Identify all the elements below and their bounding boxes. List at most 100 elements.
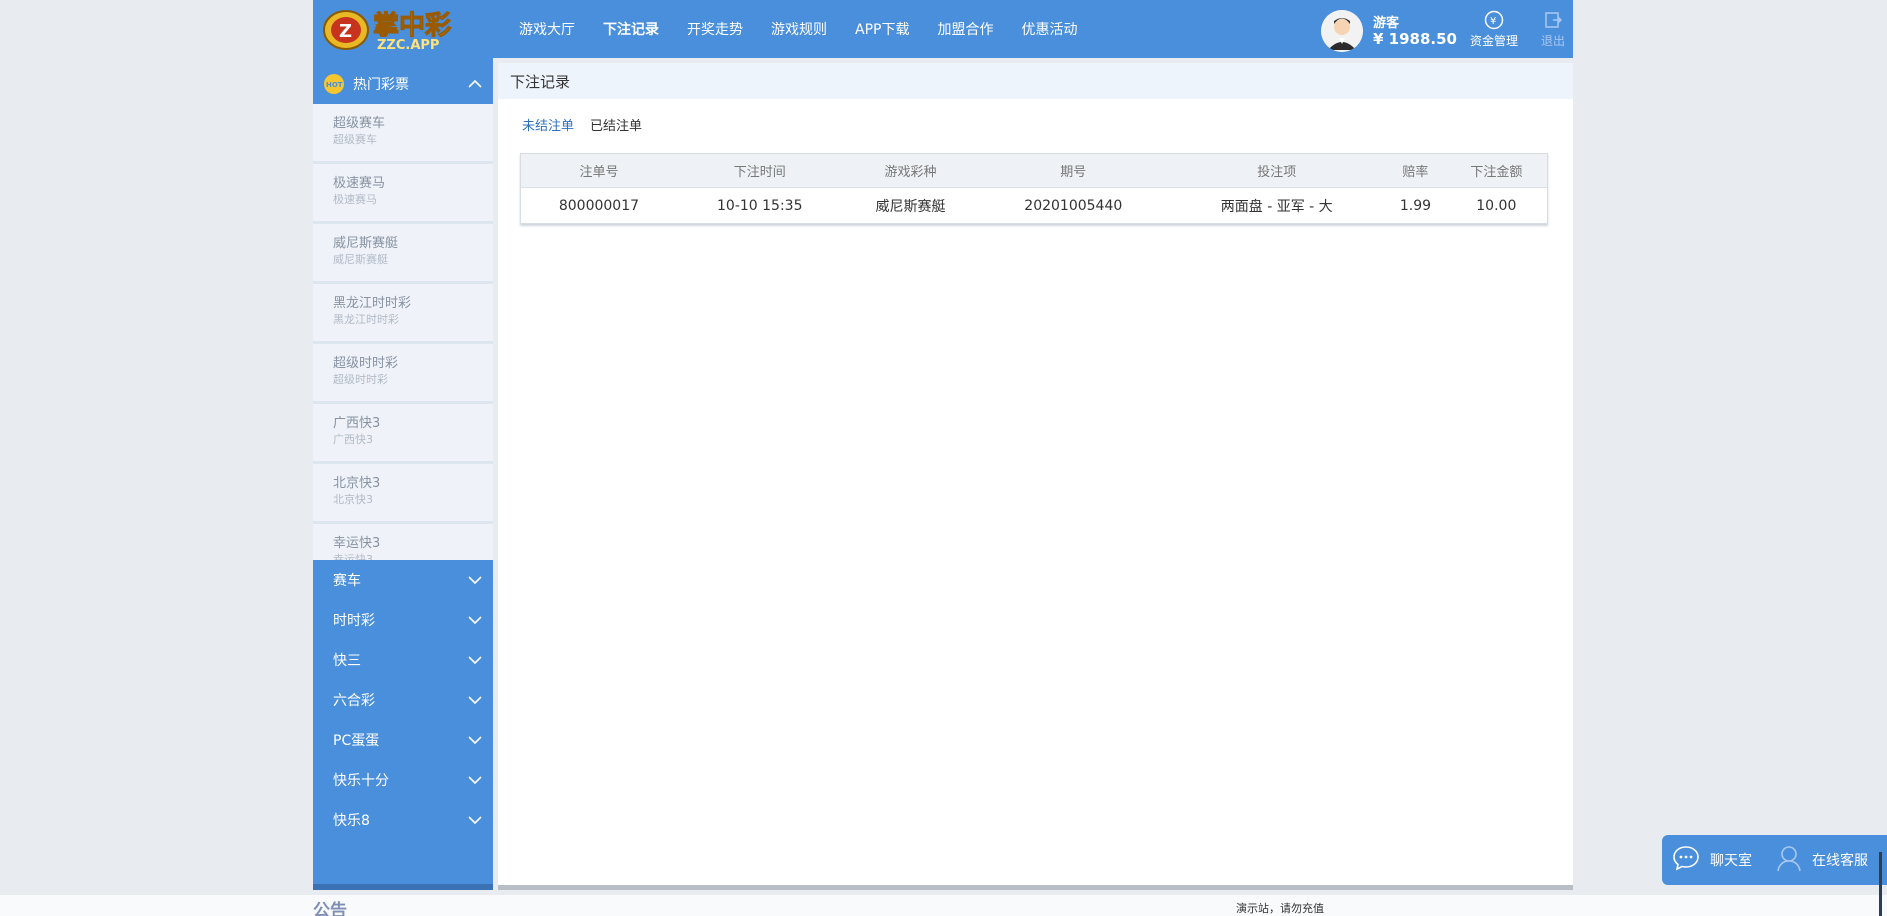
hot-lottery-title: 热门彩票 [353, 77, 409, 93]
chevron-down-icon [467, 572, 483, 592]
main-panel: 下注记录 未结注单 已结注单 注单号 下注时间 游戏彩种 期号 投注项 赔率 下… [498, 63, 1573, 890]
hot-lottery-item[interactable]: 北京快3 北京快3 [313, 464, 493, 521]
nav-partnership[interactable]: 加盟合作 [937, 19, 993, 39]
table-header-row: 注单号 下注时间 游戏彩种 期号 投注项 赔率 下注金额 [520, 153, 1548, 188]
hot-lottery-item[interactable]: 黑龙江时时彩 黑龙江时时彩 [313, 284, 493, 341]
category-pc-egg[interactable]: PC蛋蛋 [313, 720, 493, 760]
col-issue: 期号 [978, 153, 1169, 188]
category-racing[interactable]: 赛车 [313, 560, 493, 600]
sidebar-footer-bar [313, 884, 493, 890]
yen-circle-icon: ¥ [1484, 10, 1504, 30]
cell-order-no: 800000017 [520, 187, 677, 224]
chevron-down-icon [467, 652, 483, 672]
page-title: 下注记录 [510, 72, 571, 91]
table-row: 800000017 10-10 15:35 威尼斯赛艇 20201005440 … [520, 187, 1548, 224]
category-label: 快三 [333, 653, 361, 669]
category-label: 快乐十分 [333, 773, 389, 789]
category-happy-8[interactable]: 快乐8 [313, 800, 493, 840]
sidebar: HOT 热门彩票 超级赛车 超级赛车 极速赛马 极速赛马 威尼斯赛艇 威尼斯赛艇 黑龙… [313, 58, 493, 890]
site-logo[interactable]: Z 掌中彩 ZZC.APP [321, 4, 491, 54]
hot-lottery-name: 北京快3 [333, 476, 381, 491]
hot-lottery-name: 广西快3 [333, 416, 381, 431]
floating-service-panel: 聊天室 在线客服 [1662, 835, 1887, 885]
category-happy-ten[interactable]: 快乐十分 [313, 760, 493, 800]
page-title-bar: 下注记录 [498, 63, 1573, 99]
cell-amount: 10.00 [1445, 187, 1548, 224]
chat-room-label: 聊天室 [1710, 853, 1752, 869]
hot-lottery-name: 黑龙江时时彩 [333, 296, 412, 311]
category-k3[interactable]: 快三 [313, 640, 493, 680]
fund-management-label: 资金管理 [1469, 34, 1518, 48]
svg-text:掌中彩: 掌中彩 [373, 11, 451, 41]
online-service-button[interactable]: 在线客服 [1776, 844, 1868, 876]
tab-settled[interactable]: 已结注单 [590, 115, 642, 134]
bet-status-tabs: 未结注单 已结注单 [522, 115, 658, 134]
logout-button[interactable]: 退出 [1533, 10, 1573, 49]
top-header: Z 掌中彩 ZZC.APP 游戏大厅 下注记录 开奖走势 游戏规则 APP下载 … [313, 0, 1573, 58]
hot-lottery-item[interactable]: 超级时时彩 超级时时彩 [313, 344, 493, 401]
svg-text:¥: ¥ [1490, 16, 1496, 27]
hot-lottery-item[interactable]: 威尼斯赛艇 威尼斯赛艇 [313, 224, 493, 281]
nav-game-rules[interactable]: 游戏规则 [771, 19, 827, 39]
hot-lottery-name: 极速赛马 [333, 176, 386, 191]
hot-lottery-sub: 超级时时彩 [333, 373, 388, 386]
tab-unsettled[interactable]: 未结注单 [522, 115, 574, 134]
hot-lottery-item[interactable]: 超级赛车 超级赛车 [313, 104, 493, 161]
chevron-down-icon [467, 612, 483, 632]
category-label: 时时彩 [333, 613, 375, 629]
category-label: 快乐8 [333, 813, 370, 829]
col-odds: 赔率 [1385, 153, 1446, 188]
bet-records-table: 注单号 下注时间 游戏彩种 期号 投注项 赔率 下注金额 800000017 1… [520, 153, 1548, 224]
main-scrollbar[interactable] [498, 885, 1573, 890]
hot-lottery-item[interactable]: 极速赛马 极速赛马 [313, 164, 493, 221]
cell-issue: 20201005440 [978, 187, 1169, 224]
svg-text:HOT: HOT [326, 81, 343, 89]
notice-bar: 公告 演示站，请勿充值 [0, 895, 1887, 916]
col-bet-time: 下注时间 [676, 153, 843, 188]
hot-lottery-name: 超级赛车 [333, 116, 386, 131]
chevron-up-icon[interactable] [467, 76, 483, 96]
hot-lottery-sub: 极速赛马 [333, 193, 377, 206]
fund-management-button[interactable]: ¥ 资金管理 [1463, 10, 1525, 49]
nav-game-hall[interactable]: 游戏大厅 [519, 19, 575, 39]
category-label: 六合彩 [333, 693, 375, 709]
user-balance: ¥ 1988.50 [1373, 30, 1457, 48]
category-ssc[interactable]: 时时彩 [313, 600, 493, 640]
hot-lottery-sub: 幸运快3 [333, 553, 373, 560]
hot-lottery-name: 幸运快3 [333, 536, 381, 551]
chevron-down-icon [467, 692, 483, 712]
online-service-label: 在线客服 [1812, 853, 1868, 869]
main-nav: 游戏大厅 下注记录 开奖走势 游戏规则 APP下载 加盟合作 优惠活动 [519, 0, 1105, 58]
chat-room-button[interactable]: 聊天室 [1672, 845, 1752, 875]
logout-icon [1543, 10, 1563, 30]
category-label: PC蛋蛋 [333, 733, 380, 749]
window-edge-bar [1879, 852, 1882, 916]
col-bet-item: 投注项 [1168, 153, 1386, 188]
hot-lottery-item[interactable]: 广西快3 广西快3 [313, 404, 493, 461]
col-order-no: 注单号 [520, 153, 677, 188]
logout-label: 退出 [1540, 34, 1565, 48]
svg-text:Z: Z [339, 21, 352, 42]
cell-bet-time: 10-10 15:35 [676, 187, 843, 224]
hot-lottery-sub: 超级赛车 [333, 133, 377, 146]
hot-lottery-name: 超级时时彩 [333, 356, 399, 371]
hot-lottery-item[interactable]: 幸运快3 幸运快3 [313, 524, 493, 560]
notice-message: 演示站，请勿充值 [1236, 902, 1324, 915]
hot-lottery-sub: 黑龙江时时彩 [333, 313, 399, 326]
notice-title: 公告 [313, 901, 347, 916]
nav-promotions[interactable]: 优惠活动 [1021, 19, 1077, 39]
hot-lottery-name: 威尼斯赛艇 [333, 236, 399, 251]
hot-lottery-sub: 威尼斯赛艇 [333, 253, 388, 266]
avatar[interactable] [1321, 10, 1363, 52]
nav-app-download[interactable]: APP下载 [855, 19, 909, 39]
nav-draw-trend[interactable]: 开奖走势 [687, 19, 743, 39]
hot-lottery-header[interactable]: HOT 热门彩票 [313, 66, 493, 102]
nav-bet-records[interactable]: 下注记录 [603, 19, 659, 39]
hot-lottery-sub: 北京快3 [333, 493, 373, 506]
cell-game-type: 威尼斯赛艇 [842, 187, 979, 224]
chat-bubble-icon [1672, 845, 1710, 875]
category-mark-six[interactable]: 六合彩 [313, 680, 493, 720]
category-list: 赛车 时时彩 快三 六合彩 PC蛋蛋 快乐十分 快乐8 [313, 560, 493, 840]
svg-text:ZZC.APP: ZZC.APP [377, 38, 439, 53]
cell-odds: 1.99 [1385, 187, 1446, 224]
